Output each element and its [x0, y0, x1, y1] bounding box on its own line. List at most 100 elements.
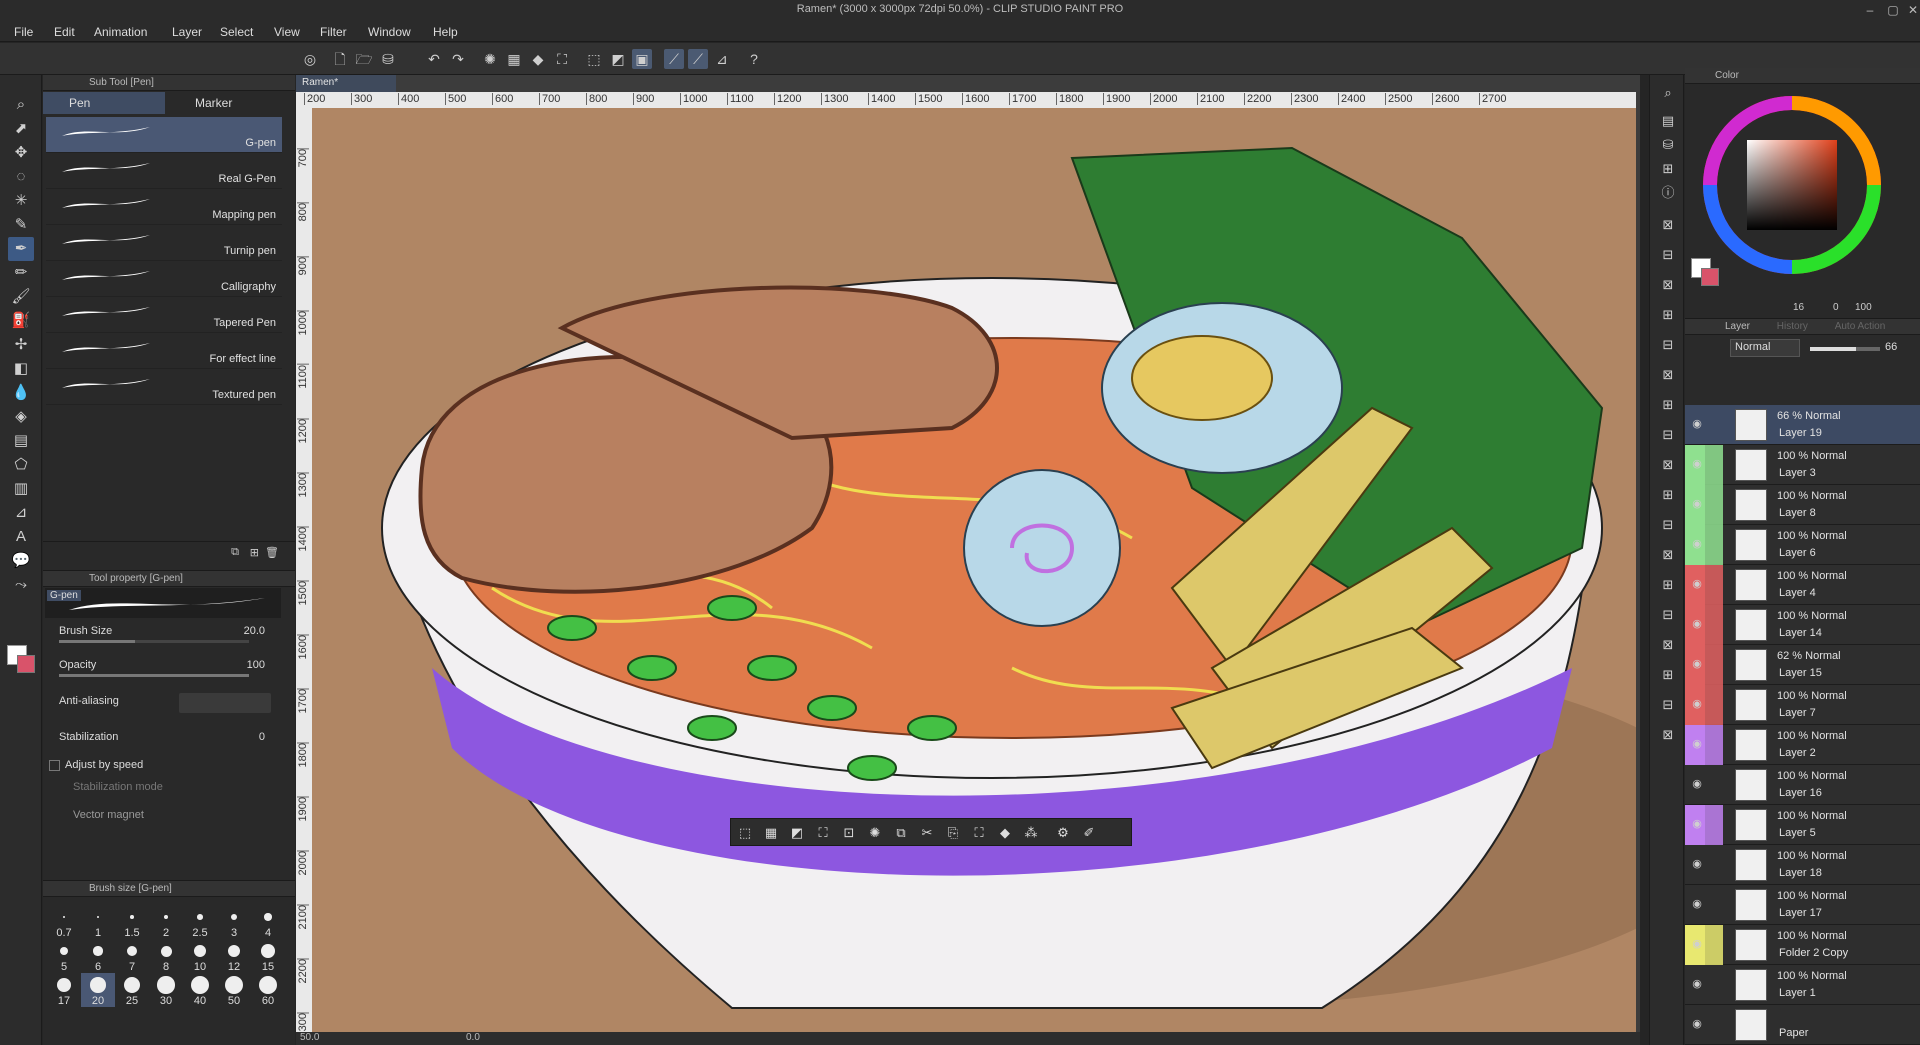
material-13-icon[interactable]: ⊞ [1658, 575, 1678, 595]
document-tab[interactable]: Ramen* [296, 75, 396, 92]
material-2-icon[interactable]: ⊟ [1658, 245, 1678, 265]
brush-item[interactable]: Turnip pen [46, 225, 282, 261]
eye-icon[interactable]: ◉ [1689, 897, 1705, 913]
layer-search-icon[interactable]: ⛁ [1658, 135, 1678, 155]
pen-icon[interactable]: ✒ [8, 237, 34, 261]
layer-row[interactable]: ◉ 100 % Normal Layer 3 [1685, 445, 1920, 485]
brush-item[interactable]: For effect line [46, 333, 282, 369]
menu-help[interactable]: Help [433, 25, 458, 39]
material-icon[interactable]: ⊞ [1658, 159, 1678, 179]
sub-view-icon[interactable]: ⊠ [1658, 215, 1678, 235]
pencil-icon[interactable]: ✏ [8, 261, 34, 285]
eye-icon[interactable]: ◉ [1689, 577, 1705, 593]
brush-size-option[interactable]: 17 [47, 973, 81, 1007]
material-12-icon[interactable]: ⊠ [1658, 545, 1678, 565]
material-16-icon[interactable]: ⊞ [1658, 665, 1678, 685]
brush-size-option[interactable]: 60 [251, 973, 285, 1007]
minimize-icon[interactable]: – [1862, 2, 1878, 18]
eye-icon[interactable]: ◉ [1689, 977, 1705, 993]
brush-icon[interactable]: 🖌 [8, 285, 34, 309]
save-icon[interactable]: ⛁ [378, 49, 398, 69]
eye-icon[interactable]: ◉ [1689, 937, 1705, 953]
info-icon[interactable]: ⓘ [1658, 183, 1678, 203]
shrink-icon[interactable]: ⊡ [839, 823, 859, 843]
select-all-icon[interactable]: ▦ [761, 823, 781, 843]
layer-row[interactable]: ◉ 100 % Normal Layer 8 [1685, 485, 1920, 525]
invert-selection-icon[interactable]: ◩ [608, 49, 628, 69]
color-wheel[interactable] [1697, 90, 1887, 280]
stabilization-row[interactable]: Stabilization 0 [43, 727, 295, 757]
brush-size-option[interactable]: 4 [251, 905, 285, 939]
brush-item[interactable]: Textured pen [46, 369, 282, 405]
material-6-icon[interactable]: ⊠ [1658, 365, 1678, 385]
brush-size-option[interactable]: 8 [149, 939, 183, 973]
menu-file[interactable]: File [14, 25, 33, 39]
layer-row[interactable]: ◉ 100 % Normal Layer 5 [1685, 805, 1920, 845]
layer-row[interactable]: ◉ 100 % Normal Layer 6 [1685, 525, 1920, 565]
operation-icon[interactable]: ⬈ [8, 117, 34, 141]
move-layer-icon[interactable]: ✥ [8, 141, 34, 165]
layer-row[interactable]: ◉ 100 % Normal Layer 14 [1685, 605, 1920, 645]
copy-icon[interactable]: ⎘ [943, 823, 963, 843]
brush-size-option[interactable]: 6 [81, 939, 115, 973]
brush-size-option[interactable]: 2.5 [183, 905, 217, 939]
brush-size-option[interactable]: 10 [183, 939, 217, 973]
layer-row[interactable]: ◉ 100 % Normal Layer 1 [1685, 965, 1920, 1005]
close-icon[interactable]: ✕ [1905, 2, 1920, 18]
material-10-icon[interactable]: ⊞ [1658, 485, 1678, 505]
brush-size-option[interactable]: 0.7 [47, 905, 81, 939]
blend-icon[interactable]: 💧 [8, 381, 34, 405]
gradient-icon[interactable]: ▤ [8, 429, 34, 453]
material-5-icon[interactable]: ⊟ [1658, 335, 1678, 355]
snap-ruler-icon[interactable]: ⟋ [664, 49, 684, 69]
redo-icon[interactable]: ↷ [448, 49, 468, 69]
brush-item[interactable]: Mapping pen [46, 189, 282, 225]
material-9-icon[interactable]: ⊠ [1658, 455, 1678, 475]
brush-size-option[interactable]: 20 [81, 973, 115, 1007]
opacity-row[interactable]: Opacity 100 [43, 655, 295, 685]
brush-size-option[interactable]: 2 [149, 905, 183, 939]
ruler-icon[interactable]: ⊿ [8, 501, 34, 525]
tab-pen[interactable]: Pen [43, 92, 165, 114]
snap-grid-icon[interactable]: ⊿ [712, 49, 732, 69]
color-sub-swatch[interactable] [1701, 268, 1719, 286]
fill-icon[interactable]: ◆ [528, 49, 548, 69]
brush-size-option[interactable]: 40 [183, 973, 217, 1007]
layer-row[interactable]: ◉ 100 % Normal Layer 17 [1685, 885, 1920, 925]
show-selection-icon[interactable]: ▣ [632, 49, 652, 69]
delete-subtool-icon[interactable]: 🗑 [265, 546, 279, 559]
eye-icon[interactable]: ◉ [1689, 857, 1705, 873]
expand-icon[interactable]: ✺ [865, 823, 885, 843]
pin-icon[interactable]: ✐ [1079, 823, 1099, 843]
layer-row[interactable]: ◉ 62 % Normal Layer 15 [1685, 645, 1920, 685]
balloon-icon[interactable]: 💬 [8, 549, 34, 573]
help-icon[interactable]: ? [744, 49, 764, 69]
material-11-icon[interactable]: ⊟ [1658, 515, 1678, 535]
tab-marker[interactable]: Marker [169, 92, 289, 114]
decoration-icon[interactable]: ✢ [8, 333, 34, 357]
menu-edit[interactable]: Edit [54, 25, 75, 39]
vector-magnet-row[interactable]: Vector magnet [43, 805, 295, 835]
eye-icon[interactable]: ◉ [1689, 697, 1705, 713]
new-subtool-icon[interactable]: ⊞ [250, 546, 259, 559]
correct-line-icon[interactable]: ⤳ [8, 573, 34, 597]
figure-icon[interactable]: ⬠ [8, 453, 34, 477]
material-18-icon[interactable]: ⊠ [1658, 725, 1678, 745]
angle-readout[interactable]: 0.0 [466, 1032, 480, 1043]
brush-item[interactable]: Real G-Pen [46, 153, 282, 189]
eye-icon[interactable]: ◉ [1689, 537, 1705, 553]
undo-icon[interactable]: ↶ [424, 49, 444, 69]
maximize-icon[interactable]: ▢ [1885, 2, 1901, 18]
selection-icon[interactable]: ◌ [8, 165, 34, 189]
eraser-icon[interactable]: ◧ [8, 357, 34, 381]
brush-size-value[interactable]: 20.0 [244, 625, 265, 637]
opacity-slider[interactable] [59, 674, 249, 677]
brush-size-option[interactable]: 3 [217, 905, 251, 939]
fill-tool-icon[interactable]: ◈ [8, 405, 34, 429]
antialiasing-selector[interactable] [179, 693, 271, 713]
deselect-float-icon[interactable]: ⬚ [735, 823, 755, 843]
text-icon[interactable]: A [8, 525, 34, 549]
settings-float-icon[interactable]: ⚙ [1053, 823, 1073, 843]
navigator-icon[interactable]: ⌕ [1658, 83, 1678, 103]
cut-icon[interactable]: ✂ [917, 823, 937, 843]
